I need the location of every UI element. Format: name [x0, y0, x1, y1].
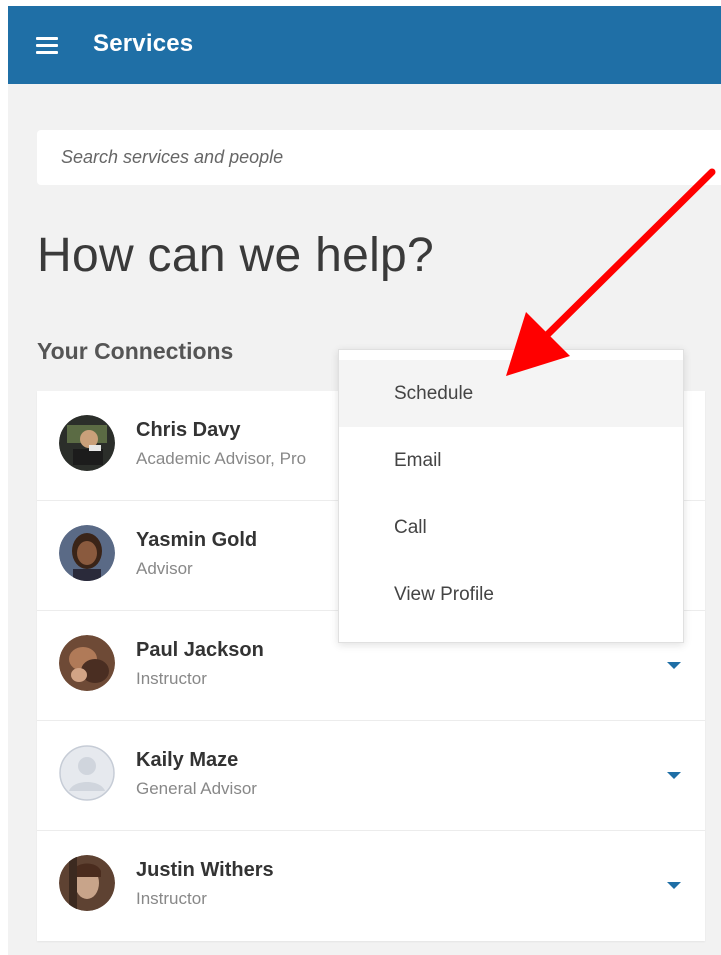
hamburger-menu-icon[interactable]	[36, 36, 58, 54]
placeholder-user-icon	[59, 745, 115, 801]
chevron-down-icon[interactable]	[667, 882, 681, 889]
avatar-chris-davy	[59, 415, 115, 471]
connection-name: Justin Withers	[136, 859, 274, 881]
connection-name: Yasmin Gold	[136, 529, 258, 551]
avatar-yasmin-gold	[59, 525, 115, 581]
search-input[interactable]	[37, 130, 721, 185]
connection-role: Academic Advisor, Pro	[136, 449, 307, 468]
menu-item-call[interactable]: Call	[339, 494, 683, 561]
search-box[interactable]	[37, 130, 721, 185]
connection-role: General Advisor	[136, 779, 257, 798]
connection-role: Instructor	[136, 889, 207, 908]
connection-role: Instructor	[136, 669, 207, 688]
page-headline: How can we help?	[37, 229, 435, 282]
menu-item-view-profile[interactable]: View Profile	[339, 561, 683, 628]
connection-name: Paul Jackson	[136, 639, 264, 661]
menu-item-schedule[interactable]: Schedule	[339, 360, 683, 427]
connection-role: Advisor	[136, 559, 193, 578]
connection-row-kaily-maze[interactable]: Kaily Maze General Advisor	[37, 721, 705, 831]
top-app-bar: Services	[8, 6, 721, 84]
app-frame: Services How can we help? Your Connectio…	[8, 6, 721, 955]
app-title: Services	[93, 30, 194, 57]
connections-section-label: Your Connections	[37, 338, 234, 364]
avatar-paul-jackson	[59, 635, 115, 691]
connection-actions-menu: Schedule Email Call View Profile	[338, 349, 684, 643]
connection-name: Chris Davy	[136, 419, 241, 441]
chevron-down-icon[interactable]	[667, 662, 681, 669]
connection-name: Kaily Maze	[136, 749, 239, 771]
connection-row-justin-withers[interactable]: Justin Withers Instructor	[37, 831, 705, 941]
avatar-justin-withers	[59, 855, 115, 911]
chevron-down-icon[interactable]	[667, 772, 681, 779]
menu-item-email[interactable]: Email	[339, 427, 683, 494]
